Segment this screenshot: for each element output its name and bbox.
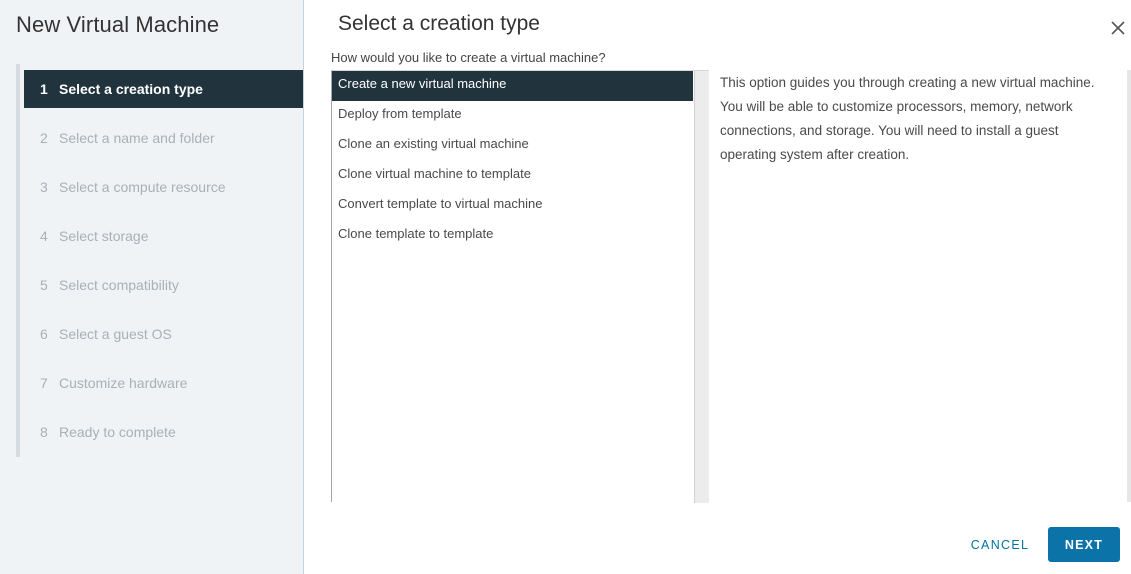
step-number: 5 xyxy=(40,277,48,293)
step-label: Select a compute resource xyxy=(59,179,226,195)
step-select-creation-type[interactable]: 1 Select a creation type xyxy=(24,70,303,108)
step-list: 1 Select a creation type 2 Select a name… xyxy=(24,70,303,462)
creation-type-deploy-from-template[interactable]: Deploy from template xyxy=(332,101,693,131)
step-select-guest-os: 6 Select a guest OS xyxy=(24,315,303,353)
cancel-button[interactable]: CANCEL xyxy=(960,528,1040,562)
close-button[interactable] xyxy=(1108,18,1128,38)
creation-type-clone-template-to-template[interactable]: Clone template to template xyxy=(332,221,693,251)
listbox-scrollbar[interactable] xyxy=(694,71,709,503)
step-label: Select storage xyxy=(59,228,149,244)
step-ready-to-complete: 8 Ready to complete xyxy=(24,413,303,451)
new-vm-wizard: New Virtual Machine 1 Select a creation … xyxy=(0,0,1131,574)
step-number: 1 xyxy=(40,81,48,97)
step-select-compute-resource: 3 Select a compute resource xyxy=(24,168,303,206)
close-icon xyxy=(1111,21,1125,35)
creation-question: How would you like to create a virtual m… xyxy=(331,50,606,65)
wizard-steps-pane: New Virtual Machine 1 Select a creation … xyxy=(0,0,304,574)
step-number: 4 xyxy=(40,228,48,244)
step-label: Customize hardware xyxy=(59,375,188,391)
step-rail xyxy=(16,64,20,457)
step-label: Ready to complete xyxy=(59,424,176,440)
step-customize-hardware: 7 Customize hardware xyxy=(24,364,303,402)
step-label: Select a name and folder xyxy=(59,130,215,146)
step-select-name-and-folder: 2 Select a name and folder xyxy=(24,119,303,157)
step-number: 6 xyxy=(40,326,48,342)
creation-type-clone-vm-to-template[interactable]: Clone virtual machine to template xyxy=(332,161,693,191)
step-label: Select a guest OS xyxy=(59,326,172,342)
step-select-storage: 4 Select storage xyxy=(24,217,303,255)
description-scrollbar[interactable] xyxy=(1127,70,1131,502)
step-number: 3 xyxy=(40,179,48,195)
step-number: 7 xyxy=(40,375,48,391)
step-select-compatibility: 5 Select compatibility xyxy=(24,266,303,304)
next-button[interactable]: NEXT xyxy=(1048,527,1120,562)
wizard-title: New Virtual Machine xyxy=(16,12,220,37)
step-label: Select compatibility xyxy=(59,277,179,293)
creation-type-description: This option guides you through creating … xyxy=(720,75,1095,162)
creation-type-clone-existing-vm[interactable]: Clone an existing virtual machine xyxy=(332,131,693,161)
step-label: Select a creation type xyxy=(59,81,203,97)
creation-type-listbox[interactable]: Create a new virtual machine Deploy from… xyxy=(331,70,709,503)
creation-type-convert-template-to-vm[interactable]: Convert template to virtual machine xyxy=(332,191,693,221)
page-title: Select a creation type xyxy=(338,12,540,35)
step-number: 2 xyxy=(40,130,48,146)
step-number: 8 xyxy=(40,424,48,440)
creation-type-list: Create a new virtual machine Deploy from… xyxy=(332,71,693,251)
creation-type-create-new-vm[interactable]: Create a new virtual machine xyxy=(332,71,693,101)
